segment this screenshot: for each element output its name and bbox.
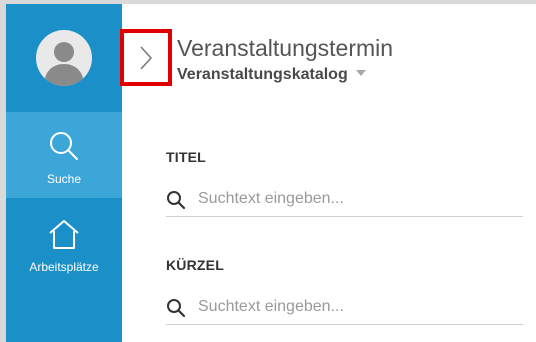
search-icon bbox=[167, 191, 186, 210]
app-window: Suche Arbeitsplätze Veranstaltungstermin… bbox=[0, 0, 536, 342]
page-title: Veranstaltungstermin bbox=[177, 35, 394, 61]
sidebar-item-label: Suche bbox=[46, 172, 82, 186]
titel-label: TITEL bbox=[166, 149, 206, 165]
search-icon bbox=[167, 299, 186, 318]
kuerzel-search-field[interactable] bbox=[166, 290, 523, 325]
catalog-dropdown[interactable]: Veranstaltungskatalog bbox=[177, 65, 366, 85]
kuerzel-label: KÜRZEL bbox=[166, 257, 224, 273]
sidebar-item-label: Arbeitsplätze bbox=[29, 260, 99, 274]
catalog-dropdown-label: Veranstaltungskatalog bbox=[177, 66, 348, 83]
sidebar-item-suche[interactable]: Suche bbox=[6, 112, 122, 198]
titel-search-field[interactable] bbox=[166, 182, 523, 217]
user-silhouette-icon bbox=[44, 42, 84, 86]
sidebar-item-arbeitsplaetze[interactable]: Arbeitsplätze bbox=[6, 200, 122, 286]
expand-sidebar-button[interactable] bbox=[120, 29, 172, 86]
search-icon bbox=[50, 132, 78, 160]
kuerzel-search-input[interactable] bbox=[198, 294, 518, 320]
sidebar: Suche Arbeitsplätze bbox=[6, 4, 122, 342]
caret-down-icon bbox=[355, 70, 366, 76]
avatar[interactable] bbox=[36, 30, 92, 86]
chevron-right-icon bbox=[140, 46, 152, 70]
titel-search-input[interactable] bbox=[198, 186, 518, 212]
home-icon bbox=[49, 220, 79, 249]
